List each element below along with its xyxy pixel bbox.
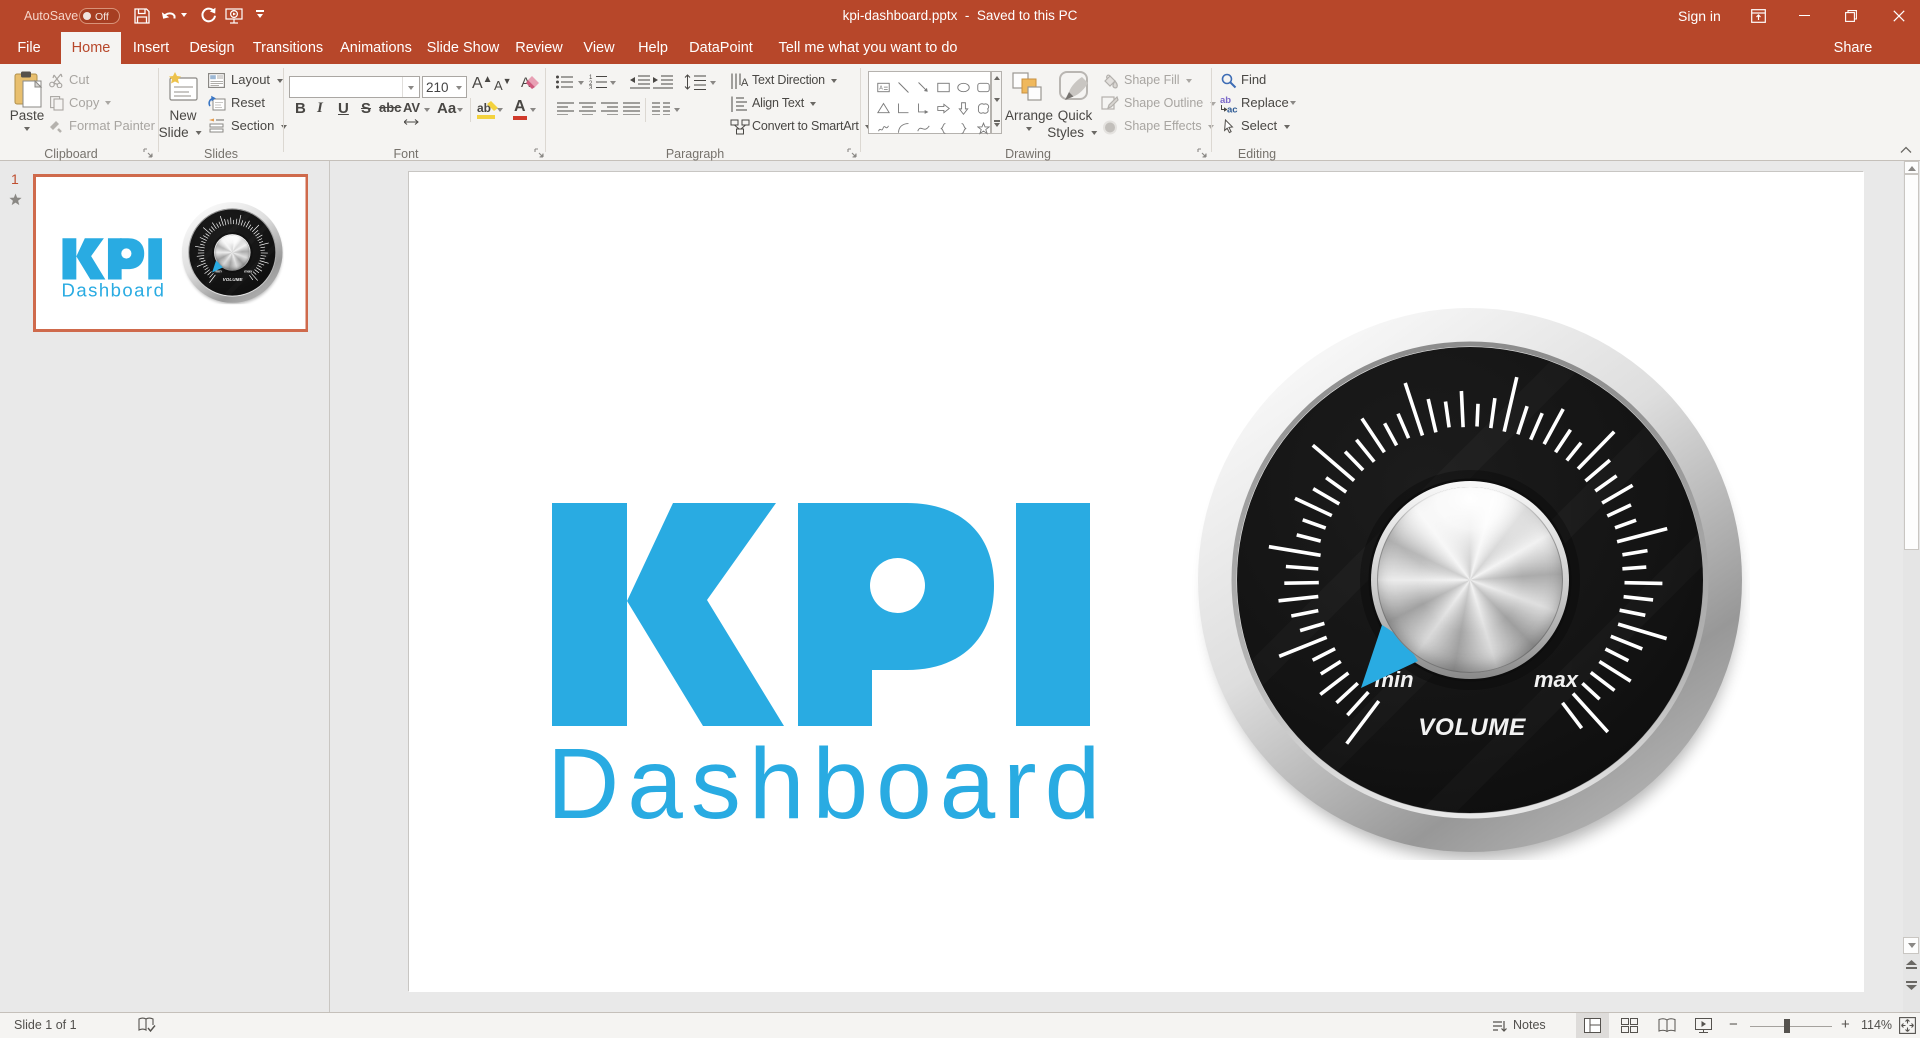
svg-text:max: max: [244, 268, 253, 273]
svg-text:A: A: [879, 85, 883, 91]
svg-text:VOLUME: VOLUME: [1418, 714, 1526, 741]
svg-text:max: max: [1534, 667, 1579, 692]
svg-text:VOLUME: VOLUME: [223, 277, 244, 282]
svg-text:3: 3: [589, 86, 593, 90]
svg-text:A: A: [741, 77, 749, 89]
svg-text:ac: ac: [1227, 105, 1238, 114]
